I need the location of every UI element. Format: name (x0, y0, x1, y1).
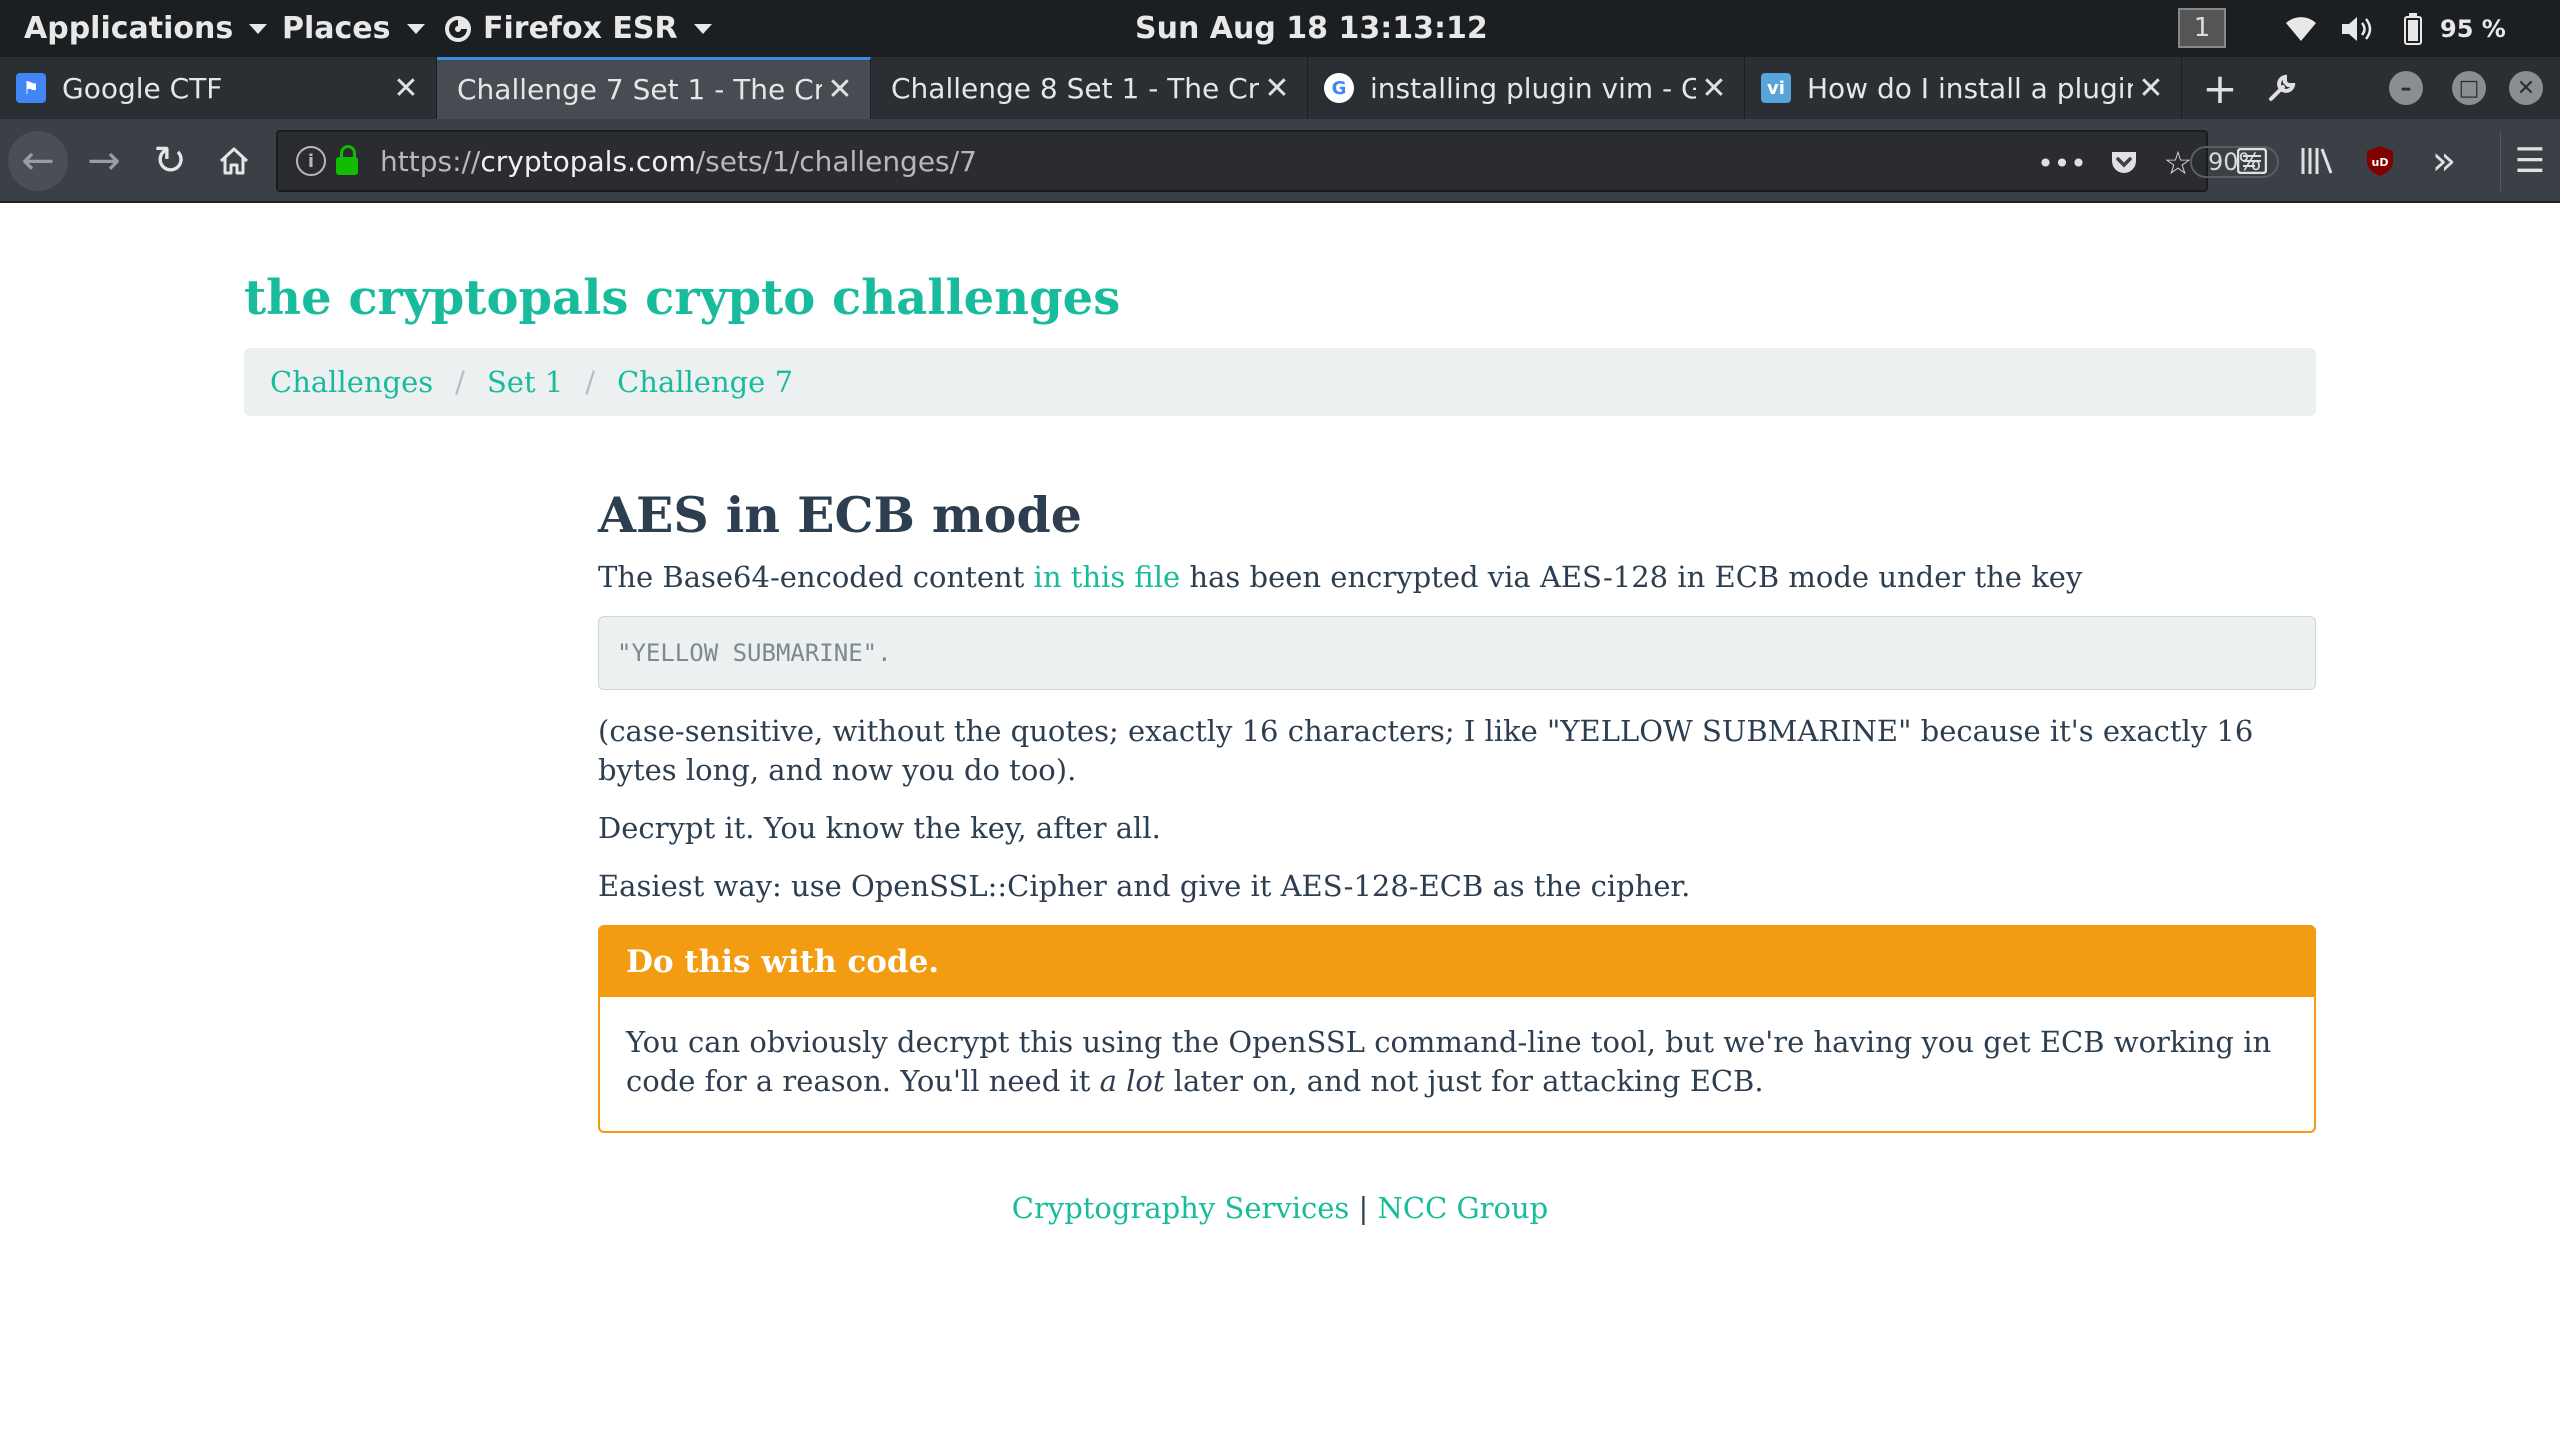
battery-icon[interactable] (2404, 0, 2422, 57)
data-file-link[interactable]: in this file (1034, 560, 1181, 594)
system-top-bar: Applications Places Firefox ESR Sun Aug … (0, 0, 2560, 57)
url-bar[interactable]: i https://cryptopals.com/sets/1/challeng… (276, 130, 2280, 194)
site-title[interactable]: the cryptopals crypto challenges (244, 270, 1120, 326)
warning-panel-title: Do this with code. (600, 927, 2314, 997)
close-icon[interactable]: ✕ (1259, 71, 1295, 106)
warning-panel-body: You can obviously decrypt this using the… (600, 997, 2314, 1131)
battery-percent: 95 % (2440, 14, 2506, 43)
breadcrumb-set-1[interactable]: Set 1 (487, 365, 563, 399)
intro-paragraph: The Base64-encoded content in this file … (598, 558, 2316, 597)
tab-label: Challenge 7 Set 1 - The Cryp (457, 73, 822, 106)
footer-link-ncc-group[interactable]: NCC Group (1378, 1191, 1549, 1225)
app-name: Firefox ESR (483, 11, 678, 46)
forward-button[interactable]: → (74, 131, 134, 191)
volume-icon[interactable] (2340, 0, 2376, 57)
reload-button[interactable]: ↻ (140, 131, 200, 191)
minimize-button[interactable]: – (2389, 71, 2423, 105)
wifi-icon[interactable] (2284, 0, 2318, 57)
url-text[interactable]: https://cryptopals.com/sets/1/challenges… (380, 145, 977, 178)
tab-challenge-8[interactable]: Challenge 8 Set 1 - The Cryp ✕ (871, 57, 1308, 119)
navigation-toolbar: ← → ↻ i https://cryptopals.com/sets/1/ch… (0, 119, 2560, 203)
tab-challenge-7[interactable]: Challenge 7 Set 1 - The Cryp ✕ (437, 57, 871, 119)
firefox-icon (445, 15, 471, 42)
intro-text-before: The Base64-encoded content (598, 560, 1034, 594)
url-host: cryptopals.com (480, 144, 696, 178)
chevron-down-icon (406, 23, 425, 34)
close-icon[interactable]: ✕ (388, 71, 424, 106)
app-menu[interactable]: Firefox ESR (443, 0, 712, 57)
reader-view-icon[interactable] (2230, 119, 2274, 203)
tab-strip: ⚑ Google CTF ✕ Challenge 7 Set 1 - The C… (0, 57, 2560, 119)
bookmark-star-icon[interactable]: ☆ (2154, 132, 2202, 194)
url-path: /sets/1/challenges/7 (695, 144, 977, 178)
workspace-indicator[interactable]: 1 (2178, 8, 2226, 48)
intro-text-after: has been encrypted via AES-128 in ECB mo… (1180, 560, 2083, 594)
panel-emphasis: a lot (1099, 1064, 1165, 1098)
panel-text-after: later on, and not just for attacking ECB… (1164, 1064, 1764, 1098)
back-button[interactable]: ← (8, 131, 68, 191)
key-note-paragraph: (case-sensitive, without the quotes; exa… (598, 714, 2254, 787)
page-actions-icon[interactable]: ••• (2037, 132, 2087, 194)
easiest-way-paragraph: Easiest way: use OpenSSL::Cipher and giv… (598, 869, 1691, 903)
challenge-body: AES in ECB mode The Base64-encoded conte… (598, 486, 2316, 1133)
breadcrumb-challenges[interactable]: Challenges (270, 365, 433, 399)
svg-text:uD: uD (2372, 156, 2389, 169)
breadcrumb: Challenges / Set 1 / Challenge 7 (244, 348, 2316, 416)
close-icon[interactable]: ✕ (1696, 71, 1732, 106)
new-tab-button[interactable]: + (2196, 57, 2244, 119)
close-icon[interactable]: ✕ (822, 72, 858, 107)
home-button[interactable] (204, 131, 264, 191)
key-code-block: "YELLOW SUBMARINE". (598, 616, 2316, 690)
url-scheme: https:// (380, 144, 481, 178)
close-icon[interactable]: ✕ (2133, 71, 2169, 106)
page-content: the cryptopals crypto challenges Challen… (0, 203, 2560, 1440)
ctf-flag-icon: ⚑ (16, 73, 46, 103)
close-window-button[interactable]: ✕ (2509, 71, 2543, 105)
ublock-icon[interactable]: uD (2358, 119, 2402, 203)
footer-link-cryptography-services[interactable]: Cryptography Services (1012, 1191, 1350, 1225)
decrypt-paragraph: Decrypt it. You know the key, after all. (598, 811, 1161, 845)
footer-separator: | (1358, 1191, 1369, 1225)
google-icon: G (1324, 73, 1354, 103)
applications-menu[interactable]: Applications (24, 0, 268, 57)
tab-label: Challenge 8 Set 1 - The Cryp (891, 71, 1259, 105)
chevron-down-icon (693, 23, 712, 34)
warning-panel: Do this with code. You can obviously dec… (598, 925, 2316, 1133)
breadcrumb-separator: / (585, 365, 596, 399)
tab-vi-stackexchange[interactable]: vi How do I install a plugin ✕ (1745, 57, 2182, 119)
places-label: Places (282, 11, 391, 46)
places-menu[interactable]: Places (282, 0, 425, 57)
lock-icon[interactable] (336, 145, 358, 175)
info-icon[interactable]: i (296, 146, 326, 176)
breadcrumb-separator: / (455, 365, 465, 399)
tab-label: Google CTF (62, 71, 223, 105)
home-icon (219, 147, 249, 175)
library-icon[interactable] (2293, 119, 2341, 203)
maximize-button[interactable]: □ (2452, 71, 2486, 105)
tab-google-search[interactable]: G installing plugin vim - Go ✕ (1308, 57, 1745, 119)
footer: Cryptography Services | NCC Group (0, 1191, 2560, 1225)
tab-google-ctf[interactable]: ⚑ Google CTF ✕ (0, 57, 437, 119)
overflow-chevron-icon[interactable]: » (2420, 119, 2468, 203)
challenge-heading: AES in ECB mode (598, 486, 1082, 544)
applications-label: Applications (24, 11, 234, 46)
clock[interactable]: Sun Aug 18 13:13:12 (1135, 0, 1488, 57)
pocket-icon[interactable] (2100, 132, 2148, 194)
hamburger-menu-icon[interactable]: ☰ (2500, 119, 2560, 203)
tab-label: How do I install a plugin (1807, 71, 2133, 105)
wrench-icon[interactable] (2258, 57, 2306, 119)
vi-stackexchange-icon: vi (1761, 73, 1791, 103)
breadcrumb-challenge-7[interactable]: Challenge 7 (617, 365, 793, 399)
tab-label: installing plugin vim - Go (1370, 71, 1696, 105)
chevron-down-icon (249, 23, 268, 34)
